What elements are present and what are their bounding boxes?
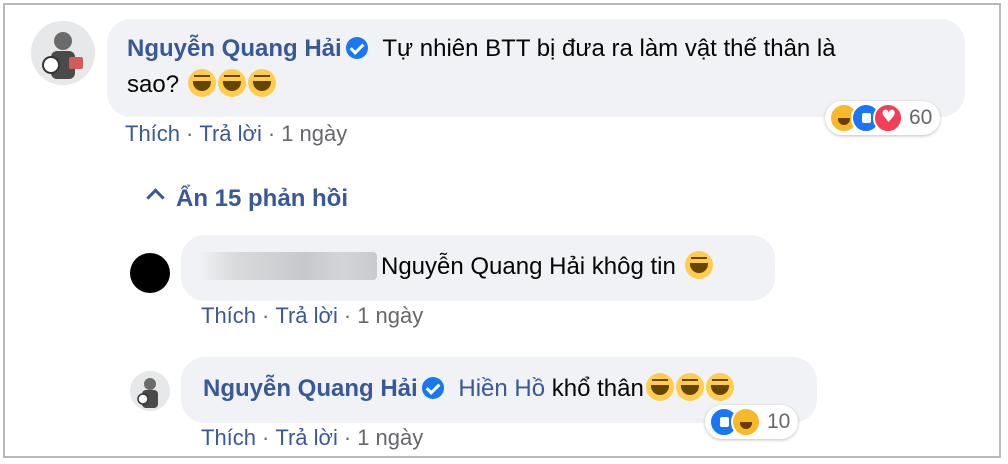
like-link[interactable]: Thích — [201, 425, 256, 450]
tears-of-joy-emoji-icon — [187, 69, 216, 97]
rolling-laughing-emoji-icon — [684, 251, 713, 279]
avatar-photo — [130, 371, 170, 411]
reply-reactions[interactable]: 10 — [705, 405, 799, 439]
comment-text-line1: Tự nhiên BTT bị đưa ra làm vật thế thân … — [382, 35, 836, 62]
separator: · — [267, 121, 276, 146]
separator: · — [343, 425, 352, 450]
mention-link[interactable]: Hiền Hồ — [458, 375, 545, 402]
reply-bubble: Nguyễn Quang Hải khôg tin — [181, 235, 775, 301]
reply-link[interactable]: Trả lời — [275, 425, 338, 450]
reaction-count: 60 — [909, 106, 933, 129]
reply-text: khổ thân — [551, 375, 644, 402]
reply-avatar[interactable] — [130, 253, 170, 293]
tears-of-joy-emoji-icon — [217, 69, 246, 97]
separator: · — [343, 303, 352, 328]
redacted-name — [199, 252, 377, 280]
comment-actions: Thích · Trả lời · 1 ngày — [125, 121, 347, 147]
comment-time[interactable]: 1 ngày — [281, 121, 347, 146]
comment-thread: Nguyễn Quang Hải Tự nhiên BTT bị đưa ra … — [3, 3, 1001, 458]
like-link[interactable]: Thích — [201, 303, 256, 328]
reply-time[interactable]: 1 ngày — [357, 425, 423, 450]
rolling-laughing-emoji-icon — [705, 373, 734, 401]
reply-author[interactable]: Nguyễn Quang Hải — [203, 375, 418, 402]
comment-reactions[interactable]: 60 — [825, 101, 941, 135]
reply-actions: Thích · Trả lời · 1 ngày — [201, 425, 423, 451]
reaction-count: 10 — [767, 410, 791, 433]
commenter-avatar[interactable] — [31, 21, 95, 85]
haha-reaction-icon — [731, 407, 761, 437]
reply-text: Nguyễn Quang Hải khôg tin — [381, 253, 676, 280]
verified-badge-icon — [345, 37, 368, 59]
verified-badge-icon — [421, 377, 444, 399]
avatar-photo — [31, 21, 95, 85]
comment-author[interactable]: Nguyễn Quang Hải — [127, 35, 342, 62]
reply-link[interactable]: Trả lời — [199, 121, 262, 146]
tears-of-joy-emoji-icon — [247, 69, 276, 97]
reply-link[interactable]: Trả lời — [275, 303, 338, 328]
chevron-up-icon — [146, 188, 165, 207]
reply-avatar[interactable] — [130, 371, 170, 411]
separator: · — [186, 121, 194, 146]
reply-time[interactable]: 1 ngày — [357, 303, 423, 328]
reply-actions: Thích · Trả lời · 1 ngày — [201, 303, 423, 329]
separator: · — [262, 303, 270, 328]
hide-replies-toggle[interactable]: Ẩn 15 phản hồi — [145, 185, 348, 213]
hide-replies-label: Ẩn 15 phản hồi — [176, 185, 349, 212]
rolling-laughing-emoji-icon — [675, 373, 704, 401]
love-reaction-icon — [873, 103, 903, 133]
rolling-laughing-emoji-icon — [645, 373, 674, 401]
comment-text-line2: sao? — [127, 71, 180, 98]
like-link[interactable]: Thích — [125, 121, 180, 146]
separator: · — [262, 425, 270, 450]
